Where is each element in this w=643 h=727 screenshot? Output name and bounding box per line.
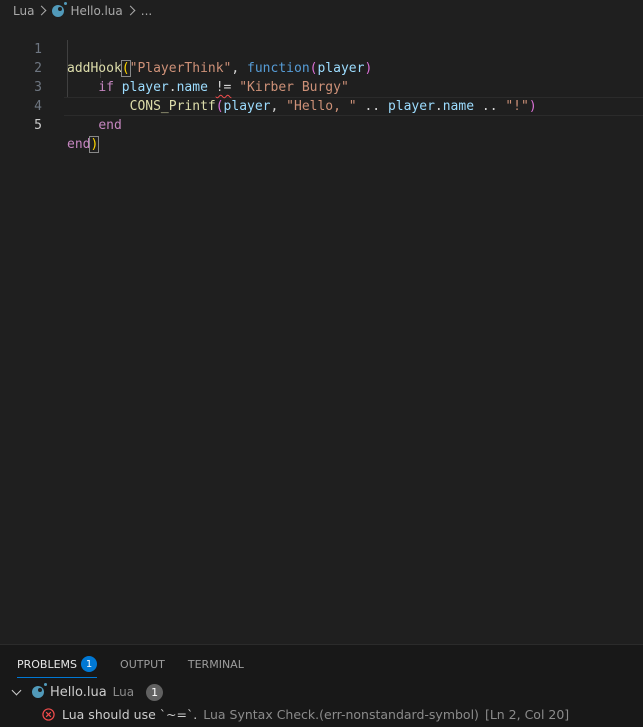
problem-file-row[interactable]: Hello.lua Lua 1 (11, 683, 164, 701)
breadcrumb-item-file[interactable]: Hello.lua (52, 1, 123, 18)
problem-position: [Ln 2, Col 20] (484, 706, 570, 722)
problem-source: Lua Syntax Check.(err-nonstandard-symbol… (203, 706, 479, 722)
breadcrumb-item-lua[interactable]: Lua (13, 4, 34, 18)
code-token: end (98, 118, 122, 133)
code-line[interactable]: 4 end (0, 78, 643, 133)
vscode-window: Lua Hello.lua ... 1 addHook("PlayerThink… (0, 0, 643, 727)
lua-file-icon (52, 1, 68, 17)
breadcrumb-label: Hello.lua (70, 3, 123, 18)
code-line[interactable]: 5 end) (0, 97, 643, 153)
chevron-right-icon (125, 5, 136, 16)
breadcrumb-item-symbols[interactable]: ... (141, 4, 152, 18)
problem-count-badge: 1 (146, 683, 164, 701)
problem-file-name: Hello.lua (50, 684, 107, 700)
problem-message: Lua should use `~=`. (62, 706, 198, 722)
chevron-down-icon[interactable] (11, 685, 22, 695)
problems-count-badge: 1 (81, 656, 98, 672)
tab-label: OUTPUT (120, 657, 165, 671)
problem-item[interactable]: Lua should use `~=`. Lua Syntax Check.(e… (42, 704, 569, 724)
tab-problems[interactable]: PROBLEMS 1 (17, 656, 98, 678)
tab-label: PROBLEMS (17, 657, 78, 671)
code-token: end (67, 137, 91, 152)
chevron-right-icon (36, 5, 47, 16)
tab-terminal[interactable]: TERMINAL (188, 658, 244, 675)
code-line[interactable]: 3 CONS_Printf(player, "Hello, " .. playe… (0, 59, 643, 114)
tab-label: TERMINAL (187, 657, 244, 671)
error-icon (42, 707, 55, 721)
line-number: 5 (34, 118, 42, 133)
breadcrumb-label: Lua (13, 3, 35, 18)
breadcrumb: Lua Hello.lua ... (0, 0, 643, 21)
lua-file-icon (32, 683, 47, 698)
bottom-panel: PROBLEMS 1 OUTPUT TERMINAL Hello.lua Lua… (0, 644, 643, 727)
tab-output[interactable]: OUTPUT (120, 658, 165, 675)
code-editor[interactable]: 1 addHook("PlayerThink", function(player… (0, 21, 643, 644)
code-token: ) (89, 136, 100, 153)
breadcrumb-label: ... (140, 3, 153, 18)
panel-tabs: PROBLEMS 1 OUTPUT TERMINAL (17, 656, 267, 678)
problem-file-language: Lua (112, 685, 135, 699)
code-line[interactable]: 1 addHook("PlayerThink", function(player… (0, 21, 643, 77)
line-content: end) (67, 135, 100, 154)
code-line[interactable]: 2 if player.name != "Kirber Burgy" (0, 40, 643, 95)
line-content: end (67, 116, 122, 135)
